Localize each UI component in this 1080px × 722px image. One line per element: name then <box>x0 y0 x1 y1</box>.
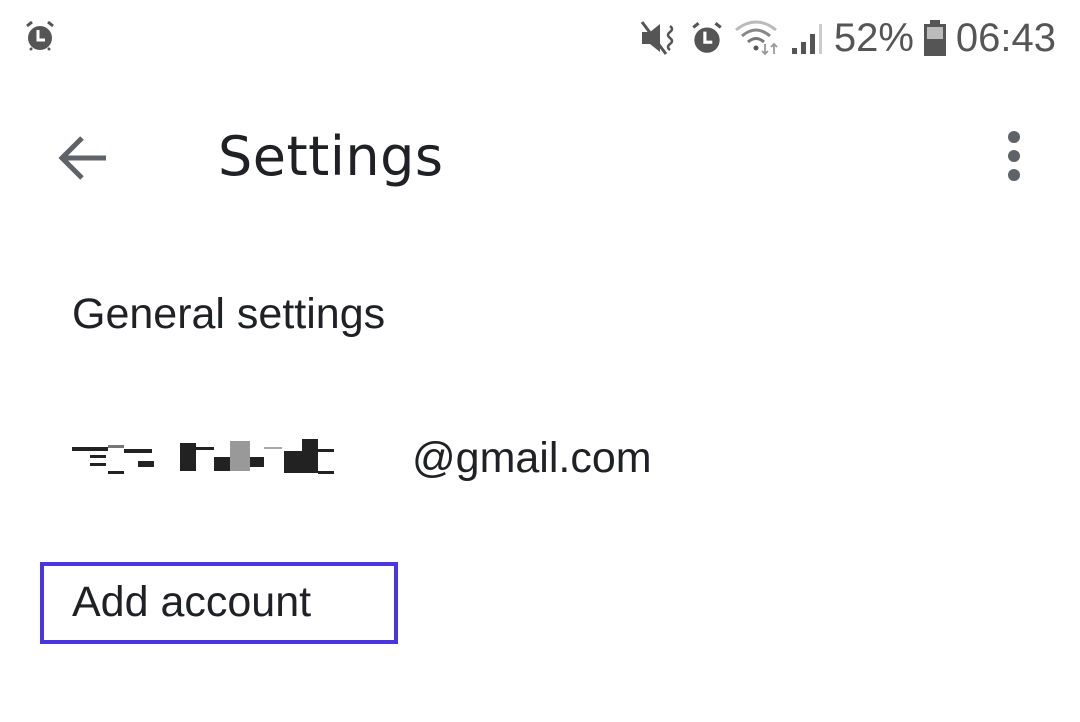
alarm-icon <box>692 21 722 53</box>
add-account-item[interactable]: Add account <box>72 574 311 630</box>
alarm-icon <box>26 20 54 51</box>
battery-icon <box>923 20 946 56</box>
back-button[interactable] <box>52 128 116 188</box>
status-icons: 52% 06:43 <box>640 12 1056 64</box>
mute-vibrate-icon <box>640 21 674 55</box>
arrow-left-icon <box>58 136 106 180</box>
add-account-label: Add account <box>72 578 312 626</box>
signal-icon <box>791 24 822 54</box>
redacted-email-prefix <box>72 433 410 483</box>
more-vert-icon <box>1008 131 1020 181</box>
more-options-button[interactable] <box>990 120 1038 196</box>
account-item[interactable]: @gmail.com <box>72 430 652 486</box>
general-settings-label: General settings <box>72 290 386 338</box>
account-email-suffix: @gmail.com <box>412 434 652 482</box>
clock: 06:43 <box>955 16 1056 60</box>
status-bar: 52% 06:43 <box>0 0 1080 76</box>
app-bar: Settings <box>0 100 1080 216</box>
wifi-icon <box>734 20 778 56</box>
general-settings-item[interactable]: General settings <box>72 286 385 342</box>
page-title: Settings <box>218 125 444 188</box>
battery-percent: 52% <box>833 16 914 60</box>
